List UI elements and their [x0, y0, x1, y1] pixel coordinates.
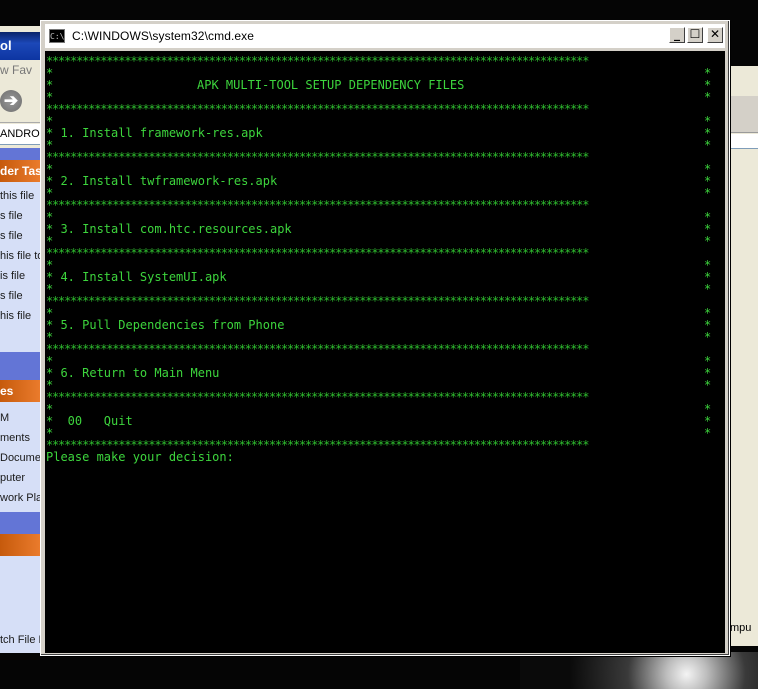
place-item[interactable]: Documen	[0, 452, 40, 464]
place-item[interactable]: puter	[0, 472, 25, 484]
task-item[interactable]: s file	[0, 290, 23, 302]
console-output[interactable]: ****************************************…	[45, 51, 725, 653]
border-line: ****************************************…	[46, 294, 589, 308]
border-edge: *	[704, 330, 712, 344]
explorer-menu-favorites[interactable]: Fav	[12, 63, 32, 77]
background-window-right: mpu	[728, 66, 758, 646]
background-explorer-window: ol w Fav ➔ ANDROI der Tas this file s fi…	[0, 26, 40, 653]
border-line: ****************************************…	[46, 102, 589, 116]
title-buttons: _ ☐ ✕	[669, 27, 723, 43]
border-edge: *	[704, 138, 712, 152]
cmd-window[interactable]: C:\ C:\WINDOWS\system32\cmd.exe _ ☐ ✕ **…	[40, 20, 730, 656]
border-edge: *	[46, 210, 54, 224]
border-edge: *	[704, 282, 712, 296]
menu-option: * 4. Install SystemUI.apk	[46, 270, 227, 284]
place-item[interactable]: M	[0, 412, 9, 424]
task-item[interactable]: his file	[0, 310, 31, 322]
border-edge: *	[46, 426, 54, 440]
details-panel: tch File D	[0, 556, 40, 653]
border-edge: *	[704, 186, 712, 200]
explorer-task-pane: der Tas this file s file s file his file…	[0, 148, 40, 653]
place-item[interactable]: ments	[0, 432, 30, 444]
file-tasks-header-label: der Tas	[0, 164, 40, 178]
task-item[interactable]: his file to	[0, 250, 40, 262]
border-line: ****************************************…	[46, 150, 589, 164]
background-right-fragment: mpu	[730, 622, 752, 634]
menu-option: * 1. Install framework-res.apk	[46, 126, 263, 140]
border-line: ****************************************…	[46, 54, 589, 68]
border-line: ****************************************…	[46, 246, 589, 260]
explorer-menu-view[interactable]: w	[0, 63, 9, 77]
file-tasks-header[interactable]: der Tas	[0, 160, 40, 182]
explorer-titlebar: ol	[0, 32, 40, 60]
minimize-button[interactable]: _	[669, 27, 685, 43]
explorer-address-bar[interactable]: ANDROI	[0, 124, 40, 145]
border-line: ****************************************…	[46, 342, 589, 356]
border-edge: *	[46, 282, 54, 296]
details-header[interactable]	[0, 534, 40, 556]
close-button[interactable]: ✕	[707, 27, 723, 43]
other-places-header[interactable]: es	[0, 380, 40, 402]
border-edge: *	[46, 378, 54, 392]
border-edge: *	[46, 258, 54, 272]
console-icon[interactable]: C:\	[49, 29, 65, 43]
border-edge: *	[46, 354, 54, 368]
border-edge: *	[46, 162, 54, 176]
border-edge: *	[46, 330, 54, 344]
task-item[interactable]: s file	[0, 210, 23, 222]
task-item[interactable]: is file	[0, 270, 25, 282]
border-edge: *	[704, 378, 712, 392]
cmd-title: C:\WINDOWS\system32\cmd.exe	[72, 29, 255, 43]
border-edge: *	[46, 138, 54, 152]
maximize-button[interactable]: ☐	[687, 27, 703, 43]
file-tasks-panel: this file s file s file his file to is f…	[0, 182, 40, 352]
background-address	[728, 134, 758, 149]
menu-option: * 00 Quit	[46, 414, 133, 428]
prompt-line[interactable]: Please make your decision:	[46, 451, 234, 463]
desktop-wallpaper	[520, 652, 758, 689]
menu-option: * 6. Return to Main Menu	[46, 366, 220, 380]
border-edge: *	[46, 114, 54, 128]
other-places-header-label: es	[0, 384, 14, 398]
menu-header: APK MULTI-TOOL SETUP DEPENDENCY FILES	[197, 78, 465, 92]
explorer-title-fragment: ol	[0, 38, 12, 53]
cmd-titlebar[interactable]: C:\ C:\WINDOWS\system32\cmd.exe _ ☐ ✕	[45, 24, 725, 48]
border-edge: *	[46, 90, 54, 104]
border-edge: *	[46, 186, 54, 200]
place-item[interactable]: work Plac	[0, 492, 40, 504]
explorer-menubar[interactable]: w Fav	[0, 60, 40, 80]
back-arrow-icon[interactable]: ➔	[0, 90, 22, 112]
task-item[interactable]: s file	[0, 230, 23, 242]
border-line: ****************************************…	[46, 390, 589, 404]
details-text: tch File D	[0, 634, 40, 646]
border-edge: *	[46, 402, 54, 416]
address-fragment: ANDROI	[0, 128, 40, 140]
menu-option: * 5. Pull Dependencies from Phone	[46, 318, 285, 332]
border-line: ****************************************…	[46, 198, 589, 212]
background-toolbar	[728, 96, 758, 133]
border-edge: *	[46, 234, 54, 248]
menu-option: * 2. Install twframework-res.apk	[46, 174, 278, 188]
border-edge: *	[46, 306, 54, 320]
border-edge: *	[704, 90, 712, 104]
border-edge: *	[704, 426, 712, 440]
task-item[interactable]: this file	[0, 190, 34, 202]
border-edge: *	[704, 234, 712, 248]
menu-option: * 3. Install com.htc.resources.apk	[46, 222, 292, 236]
other-places-panel: M ments Documen puter work Plac	[0, 402, 40, 512]
